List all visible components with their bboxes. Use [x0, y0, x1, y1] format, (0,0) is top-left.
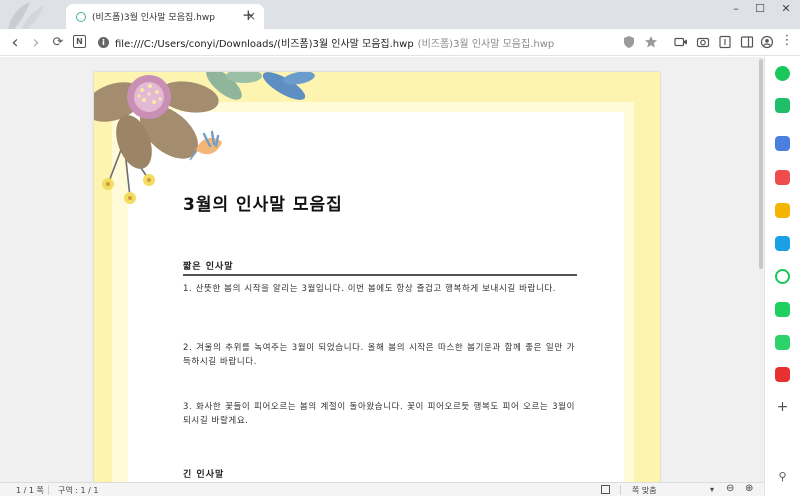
app-webtoon-icon[interactable]	[775, 302, 790, 317]
section-indicator: 구역 : 1 / 1	[58, 486, 99, 495]
page-layout-icon[interactable]	[601, 485, 610, 494]
url-suggestion-text: (비즈폼)3월 인사말 모음집.hwp	[417, 39, 555, 50]
app-news-icon[interactable]	[775, 367, 790, 382]
pin-icon[interactable]: ⚲	[775, 470, 790, 485]
reader-mode-icon[interactable]	[718, 35, 732, 49]
app-pocket-icon[interactable]	[775, 170, 790, 185]
sidebar-toggle-icon[interactable]	[740, 35, 754, 49]
app-play-icon[interactable]	[775, 269, 790, 284]
section-title-long: 긴 인사말	[183, 470, 225, 480]
reload-button[interactable]: ⟳	[50, 34, 66, 50]
back-button[interactable]: ‹	[7, 32, 23, 53]
extension-badge-icon[interactable]: N	[73, 35, 86, 48]
forward-button[interactable]: ›	[28, 32, 44, 53]
section-title-short: 짧은 인사말	[183, 262, 234, 272]
video-icon[interactable]	[674, 35, 688, 49]
app-star-icon[interactable]	[775, 203, 790, 218]
status-separator	[620, 485, 621, 495]
document-page: 3월의 인사말 모음집 짧은 인사말 1. 산뜻한 봄의 시작을 알리는 3월입…	[94, 72, 660, 482]
paragraph-3: 3. 화사한 꽃들이 피어오르는 봄의 계절이 돌아왔습니다. 꽃이 피어오르듯…	[183, 402, 575, 426]
profile-icon[interactable]	[760, 35, 774, 49]
section-divider	[183, 274, 577, 276]
document-title: 3월의 인사말 모음집	[183, 195, 343, 215]
app-translate-icon[interactable]	[775, 236, 790, 251]
document-viewer[interactable]: 3월의 인사말 모음집 짧은 인사말 1. 산뜻한 봄의 시작을 알리는 3월입…	[0, 57, 764, 482]
camera-icon[interactable]	[696, 35, 710, 49]
app-green-circle-icon[interactable]	[775, 66, 790, 81]
app-calendar-icon[interactable]	[775, 136, 790, 151]
zoom-in-button[interactable]: ⊕	[745, 483, 753, 494]
paragraph-2: 2. 겨울의 추위를 녹여주는 3월이 되었습니다. 올해 봄의 시작은 따스한…	[183, 343, 575, 367]
tab-strip: (비즈폼)3월 인사말 모음집.hwp × + – ☐ ✕	[0, 0, 800, 29]
new-tab-button[interactable]: +	[242, 6, 255, 24]
site-info-icon[interactable]: i	[98, 37, 109, 48]
browser-toolbar: ‹ › ⟳ N i file:///C:/Users/conyi/Downloa…	[0, 29, 800, 56]
zoom-mode-select[interactable]: 쪽 맞춤	[632, 485, 657, 496]
shield-icon[interactable]	[622, 35, 636, 49]
app-chat-icon[interactable]	[775, 98, 790, 113]
active-tab[interactable]: (비즈폼)3월 인사말 모음집.hwp ×	[66, 4, 264, 29]
address-bar[interactable]: i file:///C:/Users/conyi/Downloads/(비즈폼)…	[98, 32, 618, 53]
tab-favicon-icon	[76, 11, 86, 22]
url-text: file:///C:/Users/conyi/Downloads/(비즈폼)3월…	[115, 39, 414, 50]
paragraph-1: 1. 산뜻한 봄의 시작을 알리는 3월입니다. 이번 봄에도 항상 즐겁고 행…	[183, 284, 557, 294]
maximize-button[interactable]: ☐	[746, 0, 774, 18]
scrollbar-thumb[interactable]	[759, 59, 763, 269]
side-panel: + ⚲	[764, 57, 800, 496]
zoom-out-button[interactable]: ⊖	[726, 483, 734, 494]
close-window-button[interactable]: ✕	[772, 0, 800, 18]
bookmark-star-icon[interactable]	[644, 35, 658, 49]
menu-kebab-icon[interactable]: ⋮	[780, 34, 794, 49]
zoom-dropdown-icon[interactable]: ▾	[710, 485, 714, 494]
add-app-icon[interactable]: +	[775, 400, 790, 415]
tab-title: (비즈폼)3월 인사말 모음집.hwp	[92, 13, 215, 23]
status-separator	[48, 485, 49, 495]
status-bar: 1 / 1 쪽 구역 : 1 / 1 쪽 맞춤 ▾ ⊖ ⊕	[0, 482, 764, 496]
leaf-decoration-icon	[8, 2, 44, 29]
page-indicator: 1 / 1 쪽	[16, 486, 44, 495]
app-green-square-icon[interactable]	[775, 335, 790, 350]
